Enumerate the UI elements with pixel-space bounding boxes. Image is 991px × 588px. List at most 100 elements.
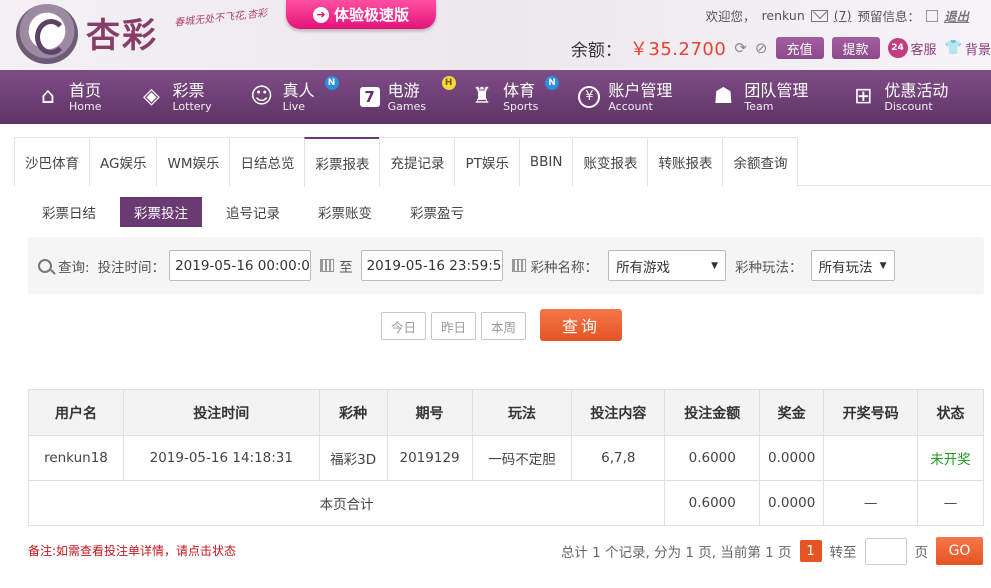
subtab-lottery-profit[interactable]: 彩票盈亏 <box>396 197 478 227</box>
status-link[interactable]: 未开奖 <box>917 435 984 481</box>
tab-bbin[interactable]: BBIN <box>518 137 574 186</box>
refresh-icon[interactable]: ⟳ <box>734 39 747 57</box>
quick-range-yesterday[interactable]: 昨日 <box>431 312 476 340</box>
lottery-subtabs: 彩票日结 彩票投注 追号记录 彩票账变 彩票盈亏 <box>28 197 478 227</box>
subtab-lottery-daily[interactable]: 彩票日结 <box>28 197 110 227</box>
background-link[interactable]: 👕 背景 <box>945 39 991 58</box>
subtotal-draw: — <box>823 480 919 526</box>
nav-home-label: 首页 <box>69 80 102 100</box>
nav-sports[interactable]: ♜ 体育 Sports N <box>469 70 560 124</box>
edit-icon[interactable] <box>925 9 938 22</box>
message-count-link[interactable]: (7) <box>834 8 852 23</box>
tab-transfer-report[interactable]: 转账报表 <box>647 137 724 186</box>
logo-emblem-icon[interactable] <box>16 4 78 64</box>
cell-username: renkun18 <box>28 435 124 481</box>
dropdown-arrow-icon: ▼ <box>711 260 719 271</box>
quick-range-today[interactable]: 今日 <box>381 312 426 340</box>
tab-saba-sports[interactable]: 沙巴体育 <box>14 137 90 186</box>
home-icon: ⌂ <box>41 84 55 109</box>
customer-service-link[interactable]: 24 客服 <box>887 38 937 58</box>
start-time-input[interactable]: 2019-05-16 00:00:00 <box>169 250 312 281</box>
withdraw-button[interactable]: 提款 <box>831 37 880 59</box>
subtotal-amount: 0.6000 <box>664 480 761 526</box>
nav-discount-en: Discount <box>884 99 933 113</box>
nav-live[interactable]: ☺ 真人 Live N <box>249 70 339 124</box>
cell-period: 2019129 <box>386 435 473 481</box>
to-label: 至 <box>339 259 353 276</box>
col-bet-content: 投注内容 <box>571 389 666 436</box>
col-period: 期号 <box>386 389 473 436</box>
subtab-lottery-bets[interactable]: 彩票投注 <box>120 197 202 227</box>
cell-play-method: 一码不定胆 <box>471 435 573 481</box>
nav-team[interactable]: ☗ 团队管理 Team <box>710 70 808 124</box>
tab-pt[interactable]: PT娱乐 <box>454 137 520 186</box>
cell-bet-time: 2019-05-16 14:18:31 <box>122 435 320 481</box>
nav-account[interactable]: ¥ 账户管理 Account <box>578 70 672 124</box>
goto-page-input[interactable] <box>864 537 907 565</box>
cell-bet-content: 6,7,8 <box>571 435 666 481</box>
cell-draw-number <box>823 435 919 481</box>
today-button[interactable]: 今日 <box>381 312 426 340</box>
nav-lottery[interactable]: ◈ 彩票 Lottery <box>138 70 212 124</box>
speed-version-label: 体验极速版 <box>333 6 409 24</box>
calendar-icon[interactable] <box>511 259 526 272</box>
subtotal-label: 本页合计 <box>27 480 666 526</box>
gift-icon: ⊞ <box>854 84 873 109</box>
logout-link[interactable]: 退出 <box>944 6 969 25</box>
nav-games[interactable]: 7 电游 Games H <box>359 70 456 124</box>
subtab-lottery-changes[interactable]: 彩票账变 <box>304 197 386 227</box>
subtab-chase-records[interactable]: 追号记录 <box>212 197 294 227</box>
go-button[interactable]: GO <box>936 537 983 565</box>
quick-range-week[interactable]: 本周 <box>481 312 526 340</box>
query-filter: 查询: 投注时间： 2019-05-16 00:00:00 至 2019-05-… <box>28 237 984 294</box>
nav-lottery-en: Lottery <box>172 99 212 113</box>
this-week-button[interactable]: 本周 <box>481 312 526 340</box>
speed-arrow-icon: ➜ <box>312 6 329 23</box>
seven-slot-icon: 7 <box>359 87 380 107</box>
nav-home[interactable]: ⌂ 首页 Home <box>35 70 101 124</box>
tab-lottery-report[interactable]: 彩票报表 <box>304 137 381 187</box>
cell-bonus: 0.0000 <box>759 435 825 481</box>
trophy-icon: ♜ <box>472 84 492 109</box>
current-page-button[interactable]: 1 <box>799 540 822 562</box>
tab-ag[interactable]: AG娱乐 <box>89 137 158 186</box>
play-method-select[interactable]: 所有玩法 ▼ <box>810 250 895 281</box>
page-unit-label: 页 <box>914 545 929 561</box>
mail-icon[interactable] <box>810 9 828 22</box>
end-time-input[interactable]: 2019-05-16 23:59:59 <box>360 250 503 281</box>
speed-version-button[interactable]: ➜ 体验极速版 <box>286 0 436 29</box>
welcome-prefix: 欢迎您， <box>705 9 756 24</box>
search-icon <box>38 258 52 273</box>
status-note: 备注:如需查看投注单详情，请点击状态 <box>28 544 237 558</box>
search-button[interactable]: 查询 <box>540 309 622 341</box>
tab-account-change[interactable]: 账变报表 <box>572 137 649 186</box>
dropdown-arrow-icon: ▼ <box>879 260 887 271</box>
play-method-select-value: 所有玩法 <box>818 259 873 276</box>
eye-hidden-icon[interactable]: ⊘ <box>755 39 768 57</box>
live-dealer-icon: ☺ <box>250 84 274 109</box>
tab-wm[interactable]: WM娱乐 <box>156 137 231 186</box>
logo-slogan: 春城无处不飞花,杏彩 <box>173 8 268 29</box>
yesterday-button[interactable]: 昨日 <box>431 312 476 340</box>
bet-time-label: 投注时间： <box>97 259 166 276</box>
cell-bet-amount: 0.6000 <box>664 435 761 481</box>
col-username: 用户名 <box>28 389 124 436</box>
logo-text[interactable]: 杏彩 <box>86 8 158 57</box>
balance-row: 余额： ￥35.2700 ⟳ ⊘ 充值 提款 24 客服 👕 背景 <box>571 35 991 61</box>
lottery-select[interactable]: 所有游戏 ▼ <box>608 250 727 281</box>
welcome-bar: 欢迎您， renkun (7) 预留信息： 退出 <box>706 6 969 25</box>
nav-account-label: 账户管理 <box>608 80 673 100</box>
main-nav: ⌂ 首页 Home ◈ 彩票 Lottery ☺ 真人 Live N 7 电游 Game… <box>0 70 991 124</box>
calendar-icon[interactable] <box>320 259 335 272</box>
recharge-button[interactable]: 充值 <box>775 37 824 59</box>
tab-balance-query[interactable]: 余额查询 <box>722 137 799 186</box>
nav-discount[interactable]: ⊞ 优惠活动 Discount <box>850 70 948 124</box>
col-play-method: 玩法 <box>471 389 573 436</box>
nav-home-en: Home <box>69 99 102 113</box>
table-row: renkun18 2019-05-16 14:18:31 福彩3D 201912… <box>28 435 984 481</box>
tab-deposit-withdraw[interactable]: 充提记录 <box>379 137 456 186</box>
username: renkun <box>761 8 805 23</box>
play-method-label: 彩种玩法： <box>735 259 803 276</box>
tab-daily-overview[interactable]: 日结总览 <box>229 137 306 186</box>
lottery-name-label: 彩种名称： <box>530 259 599 276</box>
